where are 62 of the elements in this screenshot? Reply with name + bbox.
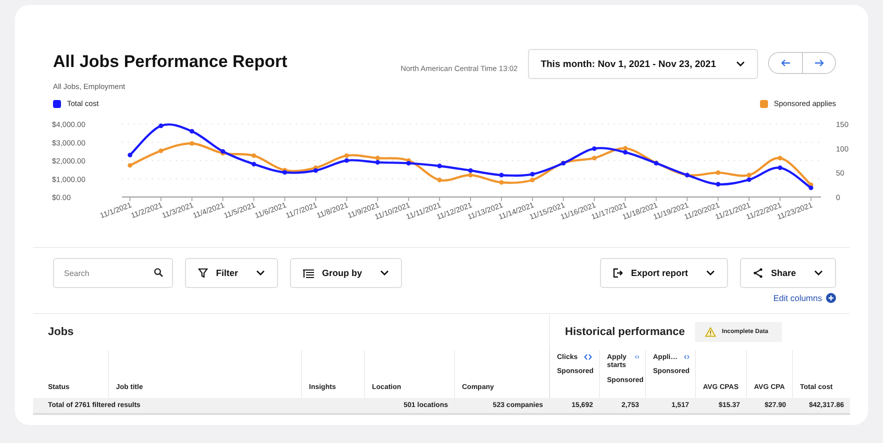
search-field[interactable]: Search [53,258,173,288]
point [158,148,164,154]
search-icon [154,268,163,277]
filter-icon [198,268,208,278]
chevron-down-icon [706,270,715,276]
point [746,172,752,178]
point [437,164,442,168]
point [592,146,597,151]
section-title: Jobs [48,326,74,338]
arrow-right-icon [814,59,824,67]
point [716,182,720,187]
point [406,160,411,166]
chevron-down-icon [736,61,745,67]
point [468,168,473,173]
arrow-left-icon [780,59,790,67]
point [716,170,720,175]
chevron-down-icon [256,270,266,276]
point [592,156,597,160]
point [344,158,349,163]
point [375,156,380,160]
point [190,141,194,146]
filter-button[interactable]: Filter [185,258,278,288]
date-range-dropdown[interactable]: This month: Nov 1, 2021 - Nov 23, 2021 [528,49,758,79]
point [499,172,504,178]
point [437,178,442,182]
point [530,172,535,176]
export-icon [612,268,623,278]
point [530,178,535,182]
point [344,153,349,158]
section-title: Historical performance [565,326,685,338]
point [499,180,504,185]
point [808,186,814,190]
point [128,152,132,158]
point [313,168,318,173]
point [252,153,256,158]
plus-icon [826,293,836,303]
list-icon [303,268,314,278]
point [778,156,782,160]
report-title: All Jobs Performance Report [53,52,288,72]
point [158,124,164,128]
share-button[interactable]: Share [740,258,836,288]
point [190,129,194,134]
point [778,166,782,170]
point [622,146,628,151]
point [375,160,380,165]
sort-icon[interactable] [584,354,592,360]
point [468,172,473,178]
point [128,163,132,168]
chevron-down-icon [814,270,823,276]
point [252,162,256,166]
warning-icon [704,327,716,337]
edit-columns-link[interactable]: Edit columns [773,293,836,303]
point [282,170,288,175]
sort-icon[interactable] [634,354,639,360]
share-icon [752,268,763,278]
chevron-down-icon [380,270,390,276]
export-button[interactable]: Export report [600,258,728,288]
group-button[interactable]: Group by [290,258,402,288]
next-button[interactable] [802,53,835,73]
point [746,177,752,182]
point [622,150,628,155]
sort-icon[interactable] [684,354,689,360]
